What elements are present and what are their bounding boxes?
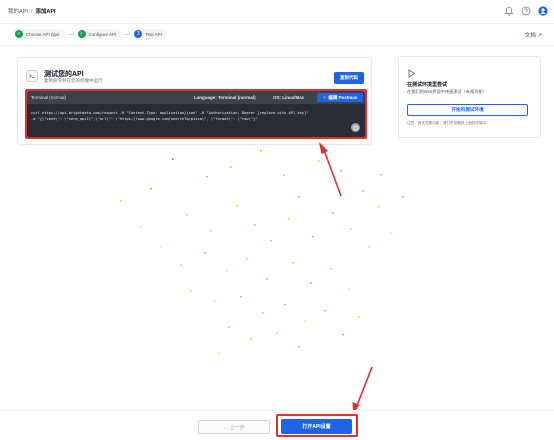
edit-postman-button[interactable]: ✧ 编辑 Postman <box>317 93 363 102</box>
terminal-toolbar: Terminal (normal) Language: Terminal (no… <box>27 91 365 104</box>
bottom-action-bar: ← 上一步 打开API设置 <box>0 410 554 440</box>
postman-icon: ✧ <box>322 94 327 100</box>
test-api-card: 测试您的API 复制命令并在您的终端中运行 复制代码 Terminal (nor… <box>17 57 372 145</box>
step-label: Test API <box>145 31 162 37</box>
breadcrumb-separator: / <box>30 9 33 15</box>
check-icon: ✓ <box>15 30 23 38</box>
arrow-to-terminal <box>323 149 342 197</box>
playground-title: 在测试环境里尝试 <box>407 82 448 88</box>
step-connector <box>67 33 74 35</box>
stepper: ✓ Choose API type ✓ Configure API 3 Test… <box>0 24 554 46</box>
playground-note: 注意：有关完整功能，请打开您最新上面的终端中。 <box>407 121 490 125</box>
header-icons <box>503 5 548 16</box>
help-icon[interactable] <box>520 5 531 16</box>
step-configure-api[interactable]: ✓ Configure API <box>76 29 122 39</box>
step-list: ✓ Choose API type ✓ Configure API 3 Test… <box>14 29 167 39</box>
breadcrumb-current: 添加API <box>35 9 56 15</box>
copy-code-button[interactable]: 复制代码 <box>334 72 364 84</box>
check-icon: ✓ <box>77 30 86 38</box>
bell-icon[interactable] <box>503 5 514 16</box>
curl-command[interactable]: curl https://api.brightdata.com/request … <box>31 110 347 122</box>
terminal-icon <box>26 70 38 82</box>
arrow-to-open-button <box>355 366 373 409</box>
terminal-title: Terminal (normal) <box>31 95 67 100</box>
test-api-subtitle: 复制命令并在您的终端中运行 <box>44 78 103 83</box>
step-number: 3 <box>134 30 143 38</box>
playground-card: 在测试环境里尝试 在我们的Web界面中快速测试（有限功能） 开始的测试环境 注意… <box>398 56 541 138</box>
user-icon[interactable] <box>537 5 548 16</box>
top-bar: 我的API / 添加API <box>0 0 554 24</box>
copy-icon[interactable] <box>351 123 360 132</box>
terminal-panel: Terminal (normal) Language: Terminal (no… <box>27 91 365 138</box>
step-connector <box>124 33 131 35</box>
open-api-settings-button[interactable]: 打开API设置 <box>281 419 352 434</box>
start-playground-button[interactable]: 开始的测试环境 <box>407 104 528 116</box>
test-api-card-header: 测试您的API 复制命令并在您的终端中运行 复制代码 <box>24 64 366 88</box>
previous-step-button[interactable]: ← 上一步 <box>198 420 270 434</box>
postman-button-label: 编辑 Postman <box>328 94 358 100</box>
language-select[interactable]: Language: Terminal (normal) <box>194 95 256 100</box>
step-label: Choose API type <box>26 31 60 37</box>
playground-subtitle: 在我们的Web界面中快速测试（有限功能） <box>407 89 487 94</box>
step-label: Configure API <box>88 31 117 37</box>
step-test-api[interactable]: 3 Test API <box>133 29 167 39</box>
os-select[interactable]: OS: Linux/Mac <box>273 95 304 100</box>
docs-link[interactable]: 文档 ↗ <box>525 31 542 39</box>
step-choose-api-type[interactable]: ✓ Choose API type <box>14 29 65 39</box>
code-line: -d "{\"zone\": \"serp_api1\",\"url\": \"… <box>31 117 258 121</box>
breadcrumb: 我的API / 添加API <box>8 7 56 15</box>
breadcrumb-root-link[interactable]: 我的API <box>8 9 28 15</box>
